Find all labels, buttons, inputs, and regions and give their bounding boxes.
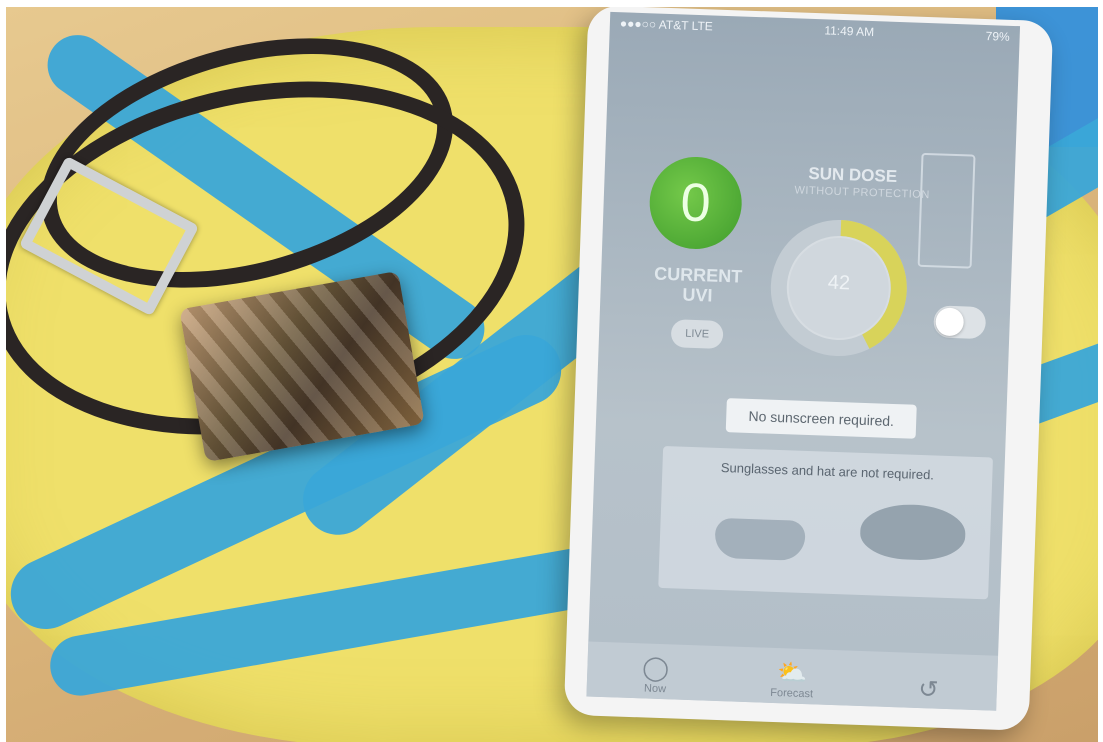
tab-now-label: Now: [643, 682, 667, 696]
live-button[interactable]: LIVE: [670, 319, 724, 349]
sunscreen-recommendation: No sunscreen required.: [725, 398, 917, 439]
sun-hat-icon: [859, 502, 967, 562]
tab-forecast[interactable]: ⛅ Forecast: [746, 658, 837, 701]
tab-bar: ◯ Now ⛅ Forecast ↺: [586, 641, 999, 711]
current-uvi-label-line2: UVI: [682, 284, 713, 306]
photo-scene: ●●●○○ AT&T LTE 11:49 AM 79% 0 CURRENT UV…: [6, 7, 1098, 742]
status-bar: ●●●○○ AT&T LTE 11:49 AM 79%: [610, 12, 1021, 48]
tab-forecast-label: Forecast: [770, 686, 814, 701]
current-uvi-circle[interactable]: 0: [648, 155, 744, 251]
sun-dose-value: 42: [827, 271, 851, 295]
circle-icon: ◯: [641, 654, 670, 683]
carrier-text: ●●●○○ AT&T LTE: [619, 16, 714, 34]
battery-text: 79%: [985, 28, 1010, 44]
sunscreen-bottle-icon: [917, 152, 976, 269]
accessories-recommendation: Sunglasses and hat are not required.: [720, 460, 935, 483]
sunscreen-toggle[interactable]: [933, 305, 987, 340]
current-uvi-label: CURRENT UVI: [632, 263, 763, 308]
time-text: 11:49 AM: [824, 23, 875, 40]
sunglasses-icon: [714, 517, 806, 561]
current-uvi-value: 0: [679, 172, 712, 234]
tab-history[interactable]: ↺: [883, 675, 974, 706]
history-icon: ↺: [917, 676, 939, 704]
smartphone: ●●●○○ AT&T LTE 11:49 AM 79% 0 CURRENT UV…: [563, 7, 1054, 731]
app-screen: ●●●○○ AT&T LTE 11:49 AM 79% 0 CURRENT UV…: [586, 11, 1021, 711]
cloud-sun-icon: ⛅: [776, 659, 808, 688]
tab-now[interactable]: ◯ Now: [610, 653, 701, 696]
accessories-panel: Sunglasses and hat are not required.: [658, 445, 993, 600]
